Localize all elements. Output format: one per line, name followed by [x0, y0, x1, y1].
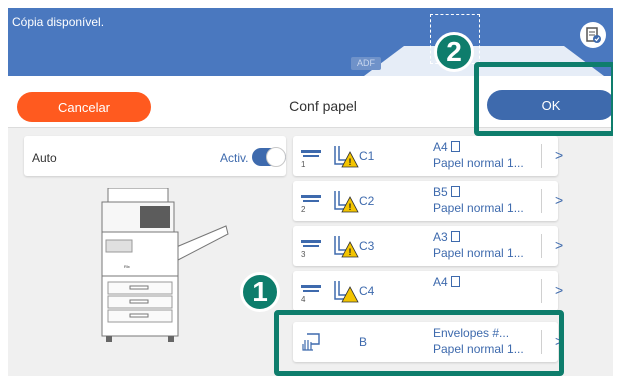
paper-orientation-icon — [450, 231, 460, 242]
tray-row-c1[interactable]: 1 ! C1 A4 Papel normal 1... > — [293, 136, 563, 176]
page-title: Conf papel — [289, 98, 357, 114]
paper-type: Papel normal 1... — [433, 201, 524, 215]
paper-size: B5 — [433, 185, 460, 199]
tray-name: C2 — [359, 194, 375, 208]
tray-name: C1 — [359, 149, 375, 163]
tray-number: 2 — [301, 205, 306, 214]
screen-frame: Cópia disponível. ADF Cancelar Conf pape… — [8, 8, 613, 376]
adf-label: ADF — [351, 57, 381, 70]
callout-number-2: 2 — [434, 32, 474, 72]
svg-text:!: ! — [349, 202, 352, 212]
warning-icon: ! — [334, 191, 359, 213]
paper-orientation-icon — [450, 276, 460, 287]
callout-box-ok — [474, 62, 613, 136]
paper-orientation-icon — [450, 141, 460, 152]
warning-icon — [334, 281, 359, 303]
paper-size: A4 — [433, 140, 460, 154]
paper-type: Papel normal 1... — [433, 246, 524, 260]
paper-size: A4 — [433, 275, 460, 289]
tray-number: 3 — [301, 250, 306, 259]
tray-row-c3[interactable]: 3 ! C3 A3 Papel normal 1... > — [293, 226, 563, 266]
status-text: Cópia disponível. — [12, 15, 105, 29]
tray-number: 4 — [301, 295, 306, 304]
callout-number-1: 1 — [240, 272, 280, 312]
divider — [541, 279, 542, 303]
job-settings-icon[interactable] — [580, 22, 606, 48]
tray-number: 1 — [301, 160, 306, 169]
printer-illustration: Rlx — [101, 188, 229, 342]
auto-label: Auto — [32, 151, 57, 165]
divider — [541, 144, 542, 168]
tray-name: C4 — [359, 284, 375, 298]
svg-text:!: ! — [349, 247, 352, 257]
chevron-right-icon[interactable]: > — [555, 147, 563, 163]
chevron-right-icon[interactable]: > — [555, 192, 563, 208]
cancel-button[interactable]: Cancelar — [17, 92, 151, 122]
paper-orientation-icon — [450, 186, 460, 197]
divider — [541, 234, 542, 258]
auto-toggle[interactable] — [252, 147, 286, 167]
callout-box-bypass — [274, 310, 564, 376]
auto-select-row: Auto Activ. — [24, 136, 286, 176]
chevron-right-icon[interactable]: > — [555, 282, 563, 298]
paper-size: A3 — [433, 230, 460, 244]
toggle-knob — [266, 147, 286, 167]
auto-state-label: Activ. — [220, 151, 249, 165]
tray-name: C3 — [359, 239, 375, 253]
chevron-right-icon[interactable]: > — [555, 237, 563, 253]
warning-icon: ! — [334, 146, 359, 168]
divider — [541, 189, 542, 213]
warning-icon: ! — [334, 236, 359, 258]
paper-type: Papel normal 1... — [433, 156, 524, 170]
svg-text:!: ! — [349, 157, 352, 167]
tray-row-c2[interactable]: 2 ! C2 B5 Papel normal 1... > — [293, 181, 563, 221]
svg-text:Rlx: Rlx — [124, 264, 130, 269]
tray-row-c4[interactable]: 4 C4 A4 > — [293, 271, 563, 311]
